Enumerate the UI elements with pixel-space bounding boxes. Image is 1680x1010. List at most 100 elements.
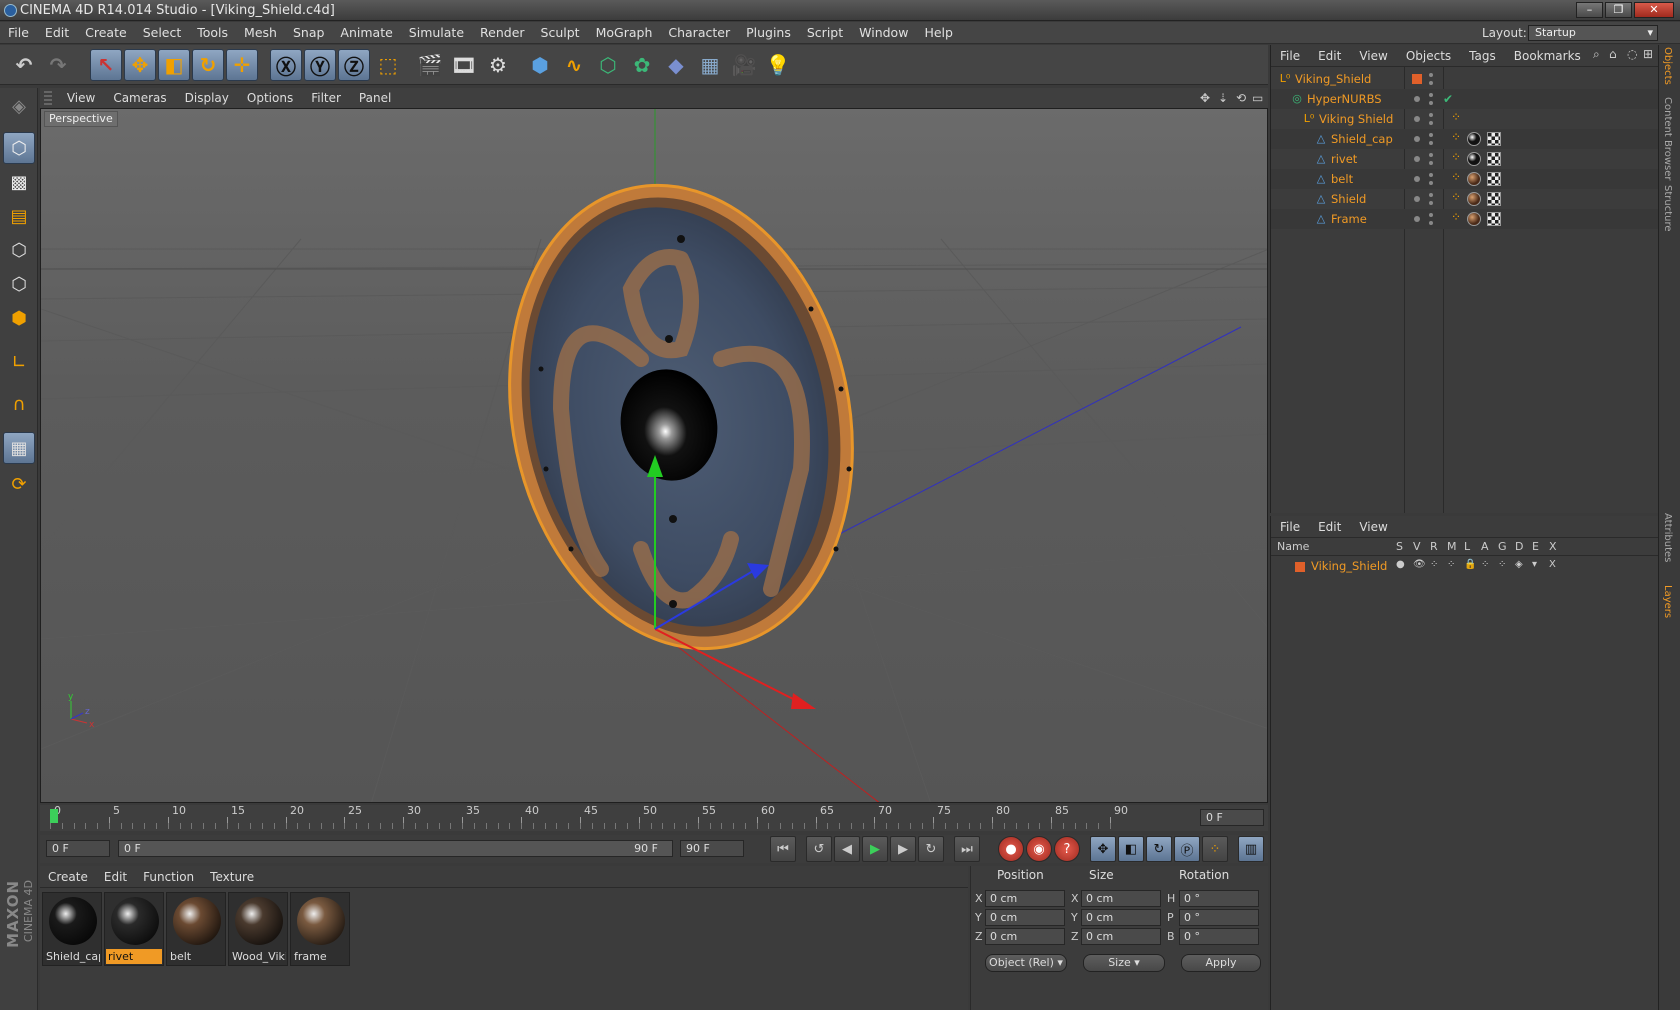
size-x-field[interactable]: 0 cm — [1081, 890, 1161, 907]
autokeying-icon[interactable]: ◉ — [1026, 836, 1052, 862]
polygons-mode-icon[interactable]: ⬢ — [3, 302, 35, 334]
object-row[interactable]: ◎ HyperNURBS ✔ — [1271, 89, 1659, 109]
layout-dropdown[interactable]: Startup — [1528, 25, 1658, 41]
nurbs-icon[interactable]: ⬡ — [592, 49, 624, 81]
render-visibility-dot[interactable] — [1429, 113, 1433, 117]
menu-render[interactable]: Render — [472, 22, 533, 44]
menu-simulate[interactable]: Simulate — [401, 22, 472, 44]
object-menu-objects[interactable]: Objects — [1397, 45, 1460, 67]
maximize-view-icon[interactable]: ▭ — [1252, 88, 1263, 108]
object-row[interactable]: L⁰ Viking Shield ⁘ — [1271, 109, 1659, 129]
editor-visibility-dot[interactable] — [1414, 96, 1420, 102]
menu-animate[interactable]: Animate — [332, 22, 400, 44]
object-row[interactable]: △ Shield ⁘ — [1271, 189, 1659, 209]
layer-column-r[interactable]: R — [1430, 540, 1438, 553]
x-axis-lock-icon[interactable]: Ⓧ — [270, 49, 302, 81]
size-y-field[interactable]: 0 cm — [1081, 909, 1161, 926]
menu-snap[interactable]: Snap — [285, 22, 332, 44]
texture-mode-icon[interactable]: ▩ — [3, 166, 35, 198]
render-toggle[interactable]: ⁘ — [1430, 559, 1438, 570]
layer-column-s[interactable]: S — [1396, 540, 1403, 553]
menu-file[interactable]: File — [0, 22, 37, 44]
locked-workplane-icon[interactable]: ▦ — [3, 432, 35, 464]
end-frame-field[interactable]: 90 F — [680, 840, 744, 857]
workplane-icon[interactable]: ▤ — [3, 200, 35, 232]
rotation-p-field[interactable]: 0 ° — [1179, 909, 1259, 926]
cube-primitive-icon[interactable]: ⬢ — [524, 49, 556, 81]
layer-column-v[interactable]: V — [1413, 540, 1421, 553]
object-menu-bookmarks[interactable]: Bookmarks — [1505, 45, 1590, 67]
edges-mode-icon[interactable]: ⬡ — [3, 268, 35, 300]
material-item[interactable]: Wood_Viki — [228, 892, 288, 966]
layer-column-e[interactable]: E — [1532, 540, 1539, 553]
viewport-menu-filter[interactable]: Filter — [302, 88, 350, 108]
record-active-objects-icon[interactable]: ● — [998, 836, 1024, 862]
editor-visibility-dot[interactable] — [1414, 196, 1420, 202]
previous-frame-icon[interactable]: ◀ — [834, 836, 860, 862]
keyframe-selection-icon[interactable]: ? — [1054, 836, 1080, 862]
menu-tools[interactable]: Tools — [189, 22, 236, 44]
object-row[interactable]: △ Frame ⁘ — [1271, 209, 1659, 229]
object-menu-view[interactable]: View — [1350, 45, 1396, 67]
material-item[interactable]: frame — [290, 892, 350, 966]
position-y-field[interactable]: 0 cm — [985, 909, 1065, 926]
add-recent-tool-icon[interactable]: ✛ — [226, 49, 258, 81]
deformer-icon[interactable]: ◆ — [660, 49, 692, 81]
minimize-button[interactable]: – — [1576, 2, 1603, 18]
phong-tag-icon[interactable]: ⁘ — [1451, 127, 1461, 147]
material-tag-icon[interactable] — [1467, 192, 1481, 206]
xref-toggle[interactable]: X — [1549, 559, 1556, 570]
layer-menu-file[interactable]: File — [1271, 516, 1309, 538]
solo-toggle[interactable]: ● — [1396, 559, 1405, 570]
animation-toggle[interactable]: ⁘ — [1481, 559, 1489, 570]
record-scale-icon[interactable]: ◧ — [1118, 836, 1144, 862]
object-row[interactable]: △ belt ⁘ — [1271, 169, 1659, 189]
record-parameter-icon[interactable]: Ⓟ — [1174, 836, 1200, 862]
move-view-icon[interactable]: ✥ — [1200, 88, 1210, 108]
layer-column-name[interactable]: Name — [1277, 540, 1309, 553]
layer-column-m[interactable]: M — [1447, 540, 1457, 553]
current-frame-field[interactable]: 0 F — [1200, 809, 1264, 826]
deformers-toggle[interactable]: ◈ — [1515, 559, 1523, 570]
side-tab-structure[interactable]: Structure — [1662, 185, 1673, 232]
live-selection-icon[interactable]: ↖ — [90, 49, 122, 81]
side-tab-content-browser[interactable]: Content Browser — [1662, 97, 1673, 180]
side-tab-attributes[interactable]: Attributes — [1662, 513, 1673, 562]
enabled-check-icon[interactable]: ✔ — [1443, 89, 1453, 109]
apply-button[interactable]: Apply — [1181, 954, 1261, 972]
new-window-icon[interactable]: ⊞ — [1643, 47, 1653, 61]
3d-viewport[interactable]: y x z Perspective — [40, 108, 1268, 803]
uvw-tag-icon[interactable] — [1487, 192, 1501, 206]
size-z-field[interactable]: 0 cm — [1081, 928, 1161, 945]
layer-menu-edit[interactable]: Edit — [1309, 516, 1350, 538]
menu-sculpt[interactable]: Sculpt — [533, 22, 588, 44]
viking-shield-model[interactable] — [468, 153, 894, 681]
side-tab-layers[interactable]: Layers — [1662, 585, 1673, 618]
editor-visibility-dot[interactable] — [1414, 116, 1420, 122]
render-visibility-dot[interactable] — [1429, 193, 1433, 197]
phong-tag-icon[interactable]: ⁘ — [1451, 187, 1461, 207]
manager-toggle[interactable]: ⁘ — [1447, 559, 1455, 570]
make-editable-icon[interactable]: ◈ — [3, 90, 35, 122]
go-to-start-icon[interactable]: ⏮ — [770, 836, 796, 862]
menu-edit[interactable]: Edit — [37, 22, 77, 44]
render-settings-icon[interactable]: ⚙ — [482, 49, 514, 81]
timeline-ruler[interactable]: 051015202530354045505560657075808590 0 F — [40, 804, 1268, 831]
layer-column-x[interactable]: X — [1549, 540, 1557, 553]
render-visibility-dot[interactable] — [1429, 133, 1433, 137]
editor-visibility-dot[interactable] — [1414, 176, 1420, 182]
render-visibility-dot[interactable] — [1429, 73, 1433, 77]
phong-tag-icon[interactable]: ⁘ — [1451, 107, 1461, 127]
layer-column-d[interactable]: D — [1515, 540, 1523, 553]
object-row[interactable]: △ Shield_cap ⁘ — [1271, 129, 1659, 149]
maximize-button[interactable]: ❐ — [1605, 2, 1632, 18]
move-tool-icon[interactable]: ✥ — [124, 49, 156, 81]
menu-create[interactable]: Create — [77, 22, 135, 44]
menu-window[interactable]: Window — [851, 22, 916, 44]
object-menu-edit[interactable]: Edit — [1309, 45, 1350, 67]
viewport-menu-cameras[interactable]: Cameras — [104, 88, 175, 108]
phong-tag-icon[interactable]: ⁘ — [1451, 167, 1461, 187]
material-menu-edit[interactable]: Edit — [96, 866, 135, 888]
render-visibility-dot[interactable] — [1429, 213, 1433, 217]
zoom-view-icon[interactable]: ⇣ — [1218, 88, 1228, 108]
